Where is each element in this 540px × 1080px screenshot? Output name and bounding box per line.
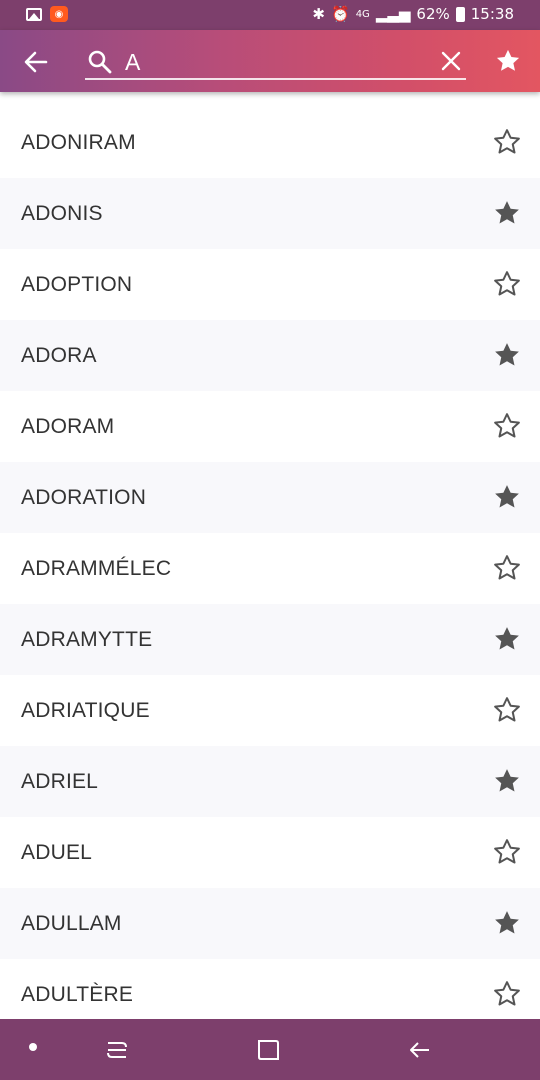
list-item[interactable]: ADULTÈRE [0,959,540,1019]
recent-apps-icon[interactable] [101,1034,133,1066]
star-outline-icon[interactable] [492,553,522,583]
list-item[interactable]: ADRAMYTTE [0,604,540,675]
bluetooth-icon: ✱ [312,5,325,23]
word-label: ADORAM [21,414,115,438]
back-button[interactable] [22,49,50,75]
star-filled-icon [496,49,520,71]
system-icons: ✱ ⏰ 4G ▂▃▅ 62% 15:38 [312,5,514,23]
star-filled-icon[interactable] [492,482,522,512]
star-outline-icon[interactable] [492,411,522,441]
star-outline-icon[interactable] [492,127,522,157]
word-label: ADORATION [21,485,147,509]
star-filled-icon[interactable] [492,624,522,654]
word-label: ADULLAM [21,911,122,935]
close-icon [441,51,461,71]
star-filled-icon[interactable] [492,908,522,938]
alarm-icon: ⏰ [331,5,350,23]
word-label: ADOPTION [21,272,133,296]
list-item[interactable]: ADUEL [0,817,540,888]
dot-icon[interactable] [17,1034,49,1066]
star-filled-icon[interactable] [492,766,522,796]
search-box [85,44,466,80]
search-icon [87,49,113,75]
status-bar: ◉ ✱ ⏰ 4G ▂▃▅ 62% 15:38 [0,0,540,30]
battery-percent: 62% [416,5,450,23]
word-label: ADRAMYTTE [21,627,153,651]
star-filled-icon[interactable] [492,340,522,370]
word-label: ADULTÈRE [21,982,134,1006]
app-notification-icon: ◉ [50,6,68,22]
list-item[interactable]: ADORAM [0,391,540,462]
word-label: ADRIATIQUE [21,698,150,722]
word-list: ADONIRAM ADONIS ADOPTION ADORA ADORAM ADORATI… [0,107,540,1019]
signal-icon: ▂▃▅ [375,5,411,23]
word-label: ADONIS [21,201,103,225]
star-outline-icon[interactable] [492,269,522,299]
list-item[interactable]: ADORA [0,320,540,391]
star-outline-icon[interactable] [492,695,522,725]
favorites-button[interactable] [494,47,522,75]
list-item[interactable]: ADRIEL [0,746,540,817]
list-item[interactable]: ADOPTION [0,249,540,320]
star-outline-icon[interactable] [492,979,522,1009]
arrow-left-icon [24,51,48,73]
word-label: ADRAMMÉLEC [21,556,172,580]
home-icon[interactable] [252,1034,284,1066]
battery-icon [455,6,465,22]
notification-icons: ◉ [26,6,68,22]
list-item[interactable]: ADONIS [0,178,540,249]
list-item[interactable]: ADULLAM [0,888,540,959]
word-label: ADORA [21,343,97,367]
search-input[interactable] [125,46,425,78]
clock: 15:38 [470,5,514,23]
word-label: ADONIRAM [21,130,136,154]
list-item[interactable]: ADORATION [0,462,540,533]
navigation-bar [0,1019,540,1080]
word-label: ADUEL [21,840,93,864]
network-type: 4G [355,8,370,20]
gallery-icon [26,7,42,21]
back-icon[interactable] [403,1034,435,1066]
star-outline-icon[interactable] [492,837,522,867]
clear-search-button[interactable] [440,50,462,72]
star-filled-icon[interactable] [492,198,522,228]
list-item[interactable]: ADONIRAM [0,107,540,178]
app-bar [0,30,540,92]
list-item[interactable]: ADRAMMÉLEC [0,533,540,604]
word-label: ADRIEL [21,769,99,793]
list-item[interactable]: ADRIATIQUE [0,675,540,746]
